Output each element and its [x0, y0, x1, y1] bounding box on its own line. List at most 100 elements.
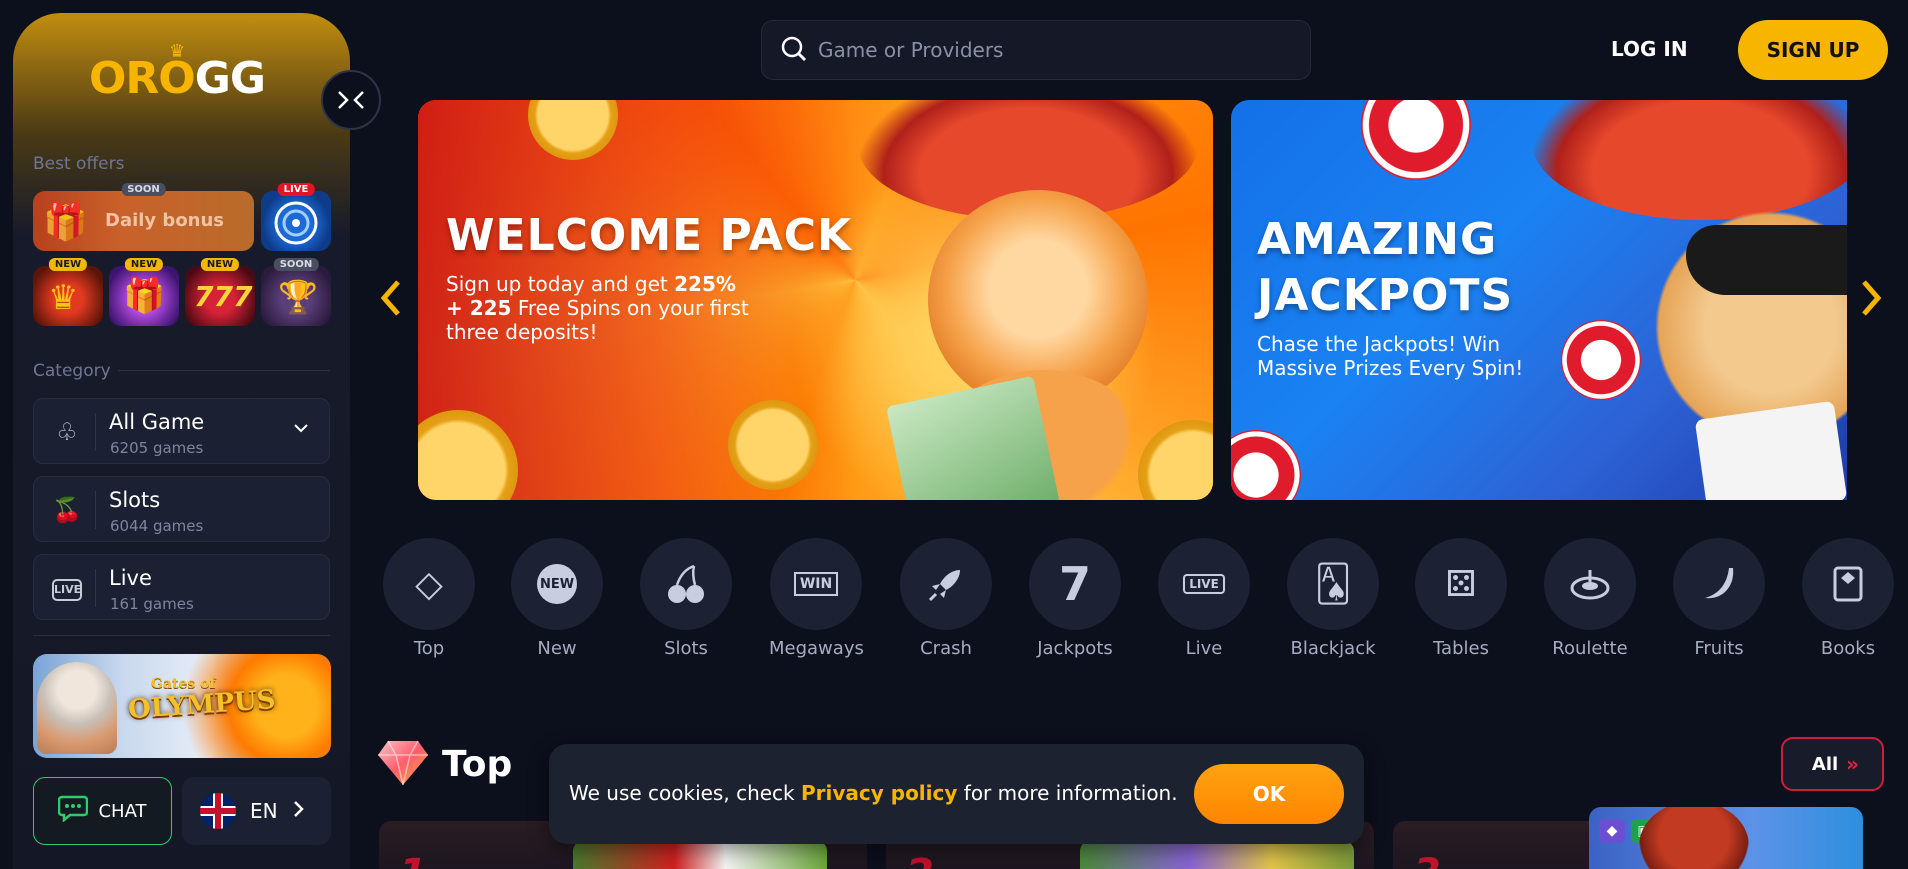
best-offers-label: Best offers: [33, 154, 125, 174]
banner-title: AMAZING JACKPOTS: [1257, 214, 1514, 321]
divider: [33, 635, 330, 636]
banner-amazing-jackpots[interactable]: AMAZING JACKPOTS Chase the Jackpots! Win M…: [1231, 100, 1847, 500]
game-thumbnail: [573, 841, 827, 869]
category-title: Slots: [109, 488, 161, 512]
category-megaways[interactable]: WIN Megaways: [769, 538, 864, 659]
diamond-tag-icon: ◆: [1599, 819, 1625, 843]
category-slots[interactable]: 🍒 Slots 6044 games: [33, 476, 330, 542]
trophy-icon: 🏆: [278, 278, 318, 316]
offer-gift[interactable]: NEW 🎁: [109, 258, 179, 326]
offer-trophy[interactable]: SOON 🏆: [261, 258, 331, 326]
offer-777[interactable]: NEW 777: [185, 258, 255, 326]
login-button[interactable]: LOG IN: [1611, 37, 1688, 61]
offer-live[interactable]: LIVE: [261, 183, 331, 251]
offer-daily-bonus[interactable]: SOON 🎁 Daily bonus: [33, 183, 254, 251]
cards-icon: 🂡: [1287, 538, 1379, 630]
banana-icon: [1673, 538, 1765, 630]
separator: [95, 569, 96, 607]
carousel-prev-arrow-icon[interactable]: [378, 278, 404, 329]
offer-crown[interactable]: NEW ♛: [33, 258, 103, 326]
category-count: 6205 games: [110, 439, 204, 457]
category-label: Roulette: [1552, 638, 1628, 659]
search-bar[interactable]: [761, 20, 1311, 80]
chat-bubble-icon: [58, 794, 89, 829]
category-fruits[interactable]: Fruits: [1672, 538, 1766, 659]
uk-flag-icon: [200, 793, 236, 829]
live-icon: LIVE: [52, 579, 82, 601]
poker-chip-image: [1361, 100, 1471, 180]
language-selector[interactable]: EN: [182, 777, 331, 845]
separator: [95, 413, 96, 451]
search-icon: [780, 35, 808, 70]
live-icon: LIVE: [1158, 538, 1250, 630]
category-roulette[interactable]: Roulette: [1543, 538, 1637, 659]
category-new[interactable]: NEW New: [510, 538, 604, 659]
category-live[interactable]: LIVE Live 161 games: [33, 554, 330, 620]
banner-text: Chase the Jackpots! Win Massive Prizes Ev…: [1257, 332, 1524, 380]
divider: [134, 163, 330, 164]
search-input[interactable]: [818, 33, 1288, 67]
chat-label: CHAT: [98, 800, 147, 822]
gift-icon: 🎁: [123, 276, 166, 316]
offer-label: Daily bonus: [105, 210, 225, 231]
logo-text-gg: GG: [194, 53, 266, 104]
signup-button[interactable]: SIGN UP: [1738, 20, 1888, 80]
soon-badge: SOON: [121, 183, 166, 196]
zeus-image: [37, 662, 117, 754]
double-chevron-right-icon: »: [1846, 752, 1859, 776]
banner-welcome-pack[interactable]: WELCOME PACK Sign up today and get 225% …: [418, 100, 1213, 500]
cookie-banner: We use cookies, check Privacy policy for…: [549, 744, 1364, 844]
category-label: Fruits: [1694, 638, 1744, 659]
rocket-icon: [900, 538, 992, 630]
rank-number: 2: [906, 851, 934, 869]
promo-gates-of-olympus[interactable]: Gates of OLYMPUS: [33, 654, 331, 758]
carousel-next-arrow-icon[interactable]: [1858, 278, 1884, 329]
category-blackjack[interactable]: 🂡 Blackjack: [1286, 538, 1380, 659]
category-label: New: [537, 638, 577, 659]
collapse-arrows-icon: [338, 91, 364, 109]
category-crash[interactable]: Crash: [899, 538, 993, 659]
diamond-icon: ◇: [383, 538, 475, 630]
category-top[interactable]: ◇ Top: [382, 538, 476, 659]
club-icon: ♧: [56, 418, 78, 446]
category-label: Tables: [1433, 638, 1489, 659]
category-count: 6044 games: [110, 517, 204, 535]
target-icon: [274, 201, 318, 245]
category-label: Books: [1820, 638, 1876, 659]
privacy-policy-link[interactable]: Privacy policy: [801, 781, 957, 805]
category-books[interactable]: Books: [1801, 538, 1895, 659]
chevron-down-icon[interactable]: [293, 419, 309, 438]
category-live[interactable]: LIVE Live: [1157, 538, 1251, 659]
section-title: Top: [442, 744, 513, 785]
category-label: Slots: [664, 638, 708, 659]
category-label: Category: [33, 361, 111, 381]
category-label: Blackjack: [1290, 638, 1376, 659]
chat-button[interactable]: CHAT: [33, 777, 172, 845]
divider: [118, 370, 330, 371]
crown-icon: ♛: [169, 41, 185, 62]
separator: [95, 491, 96, 529]
cookie-text: We use cookies, check Privacy policy for…: [569, 781, 1178, 805]
banner-text: Sign up today and get 225% + 225 Free Sp…: [446, 272, 749, 344]
category-label: Megaways: [769, 638, 864, 659]
view-all-label: All: [1811, 753, 1839, 775]
category-title: All Game: [109, 410, 205, 434]
category-all-game[interactable]: ♧ All Game 6205 games: [33, 398, 330, 464]
game-thumbnail: [1080, 841, 1354, 869]
logo[interactable]: OROGG ♛: [89, 41, 266, 104]
new-badge: NEW: [48, 258, 88, 271]
sombrero-image: [1531, 100, 1847, 220]
featured-game-card[interactable]: ◆ ▣: [1589, 807, 1863, 869]
view-all-button[interactable]: All »: [1781, 737, 1884, 791]
category-slots[interactable]: Slots: [639, 538, 733, 659]
cherry-icon: [640, 538, 732, 630]
category-label: Top: [413, 638, 445, 659]
category-tables[interactable]: ⚄ Tables: [1414, 538, 1508, 659]
category-jackpots[interactable]: 7 Jackpots: [1028, 538, 1122, 659]
cookie-ok-button[interactable]: OK: [1194, 764, 1344, 824]
live-badge: LIVE: [277, 183, 315, 196]
rank-number: 3: [1413, 851, 1441, 869]
collapse-sidebar-button[interactable]: [321, 70, 381, 130]
soon-badge: SOON: [273, 258, 319, 271]
category-count: 161 games: [110, 595, 194, 613]
